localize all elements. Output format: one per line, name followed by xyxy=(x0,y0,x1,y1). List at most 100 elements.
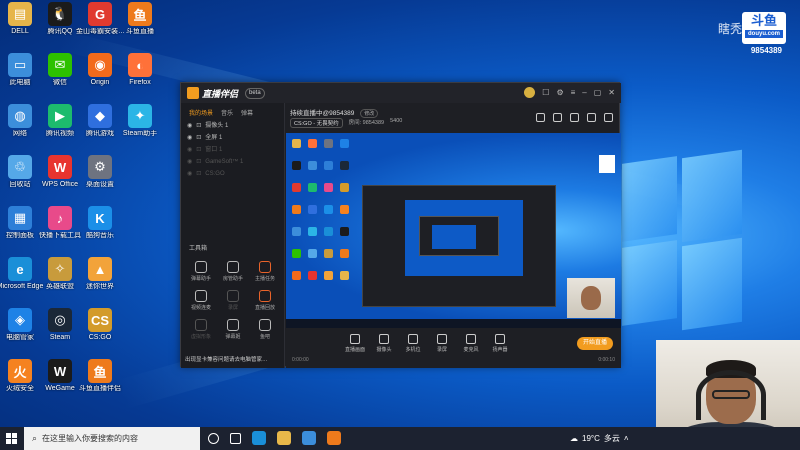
preview-icon xyxy=(340,227,349,236)
eye-icon[interactable]: ◉ xyxy=(187,132,192,144)
tool-item[interactable]: 视频连麦 xyxy=(185,290,217,311)
bottom-tool[interactable]: 直播画面 xyxy=(342,334,368,353)
temperature[interactable]: 19°C xyxy=(582,434,600,443)
edge-icon[interactable] xyxy=(252,431,266,445)
menu-icon[interactable]: ≡ xyxy=(571,87,576,99)
tool-item[interactable]: 弹幕助手 xyxy=(185,261,217,282)
bell-icon[interactable] xyxy=(587,113,596,122)
tool-item[interactable]: 录屏 xyxy=(217,290,249,311)
settings-icon[interactable]: ⚙ xyxy=(556,87,563,99)
search-placeholder: 在这里输入你要搜索的内容 xyxy=(42,434,139,443)
preview-douyu-logo xyxy=(599,155,615,173)
desktop-icon-label: 斗鱼直播 xyxy=(126,28,154,35)
chevron-up-icon[interactable]: ˄ xyxy=(624,434,629,443)
eye-icon[interactable]: ◉ xyxy=(187,156,192,168)
app-icon: G xyxy=(88,2,112,26)
desktop-icon[interactable]: K 酷狗音乐 xyxy=(76,206,124,252)
bottom-tool[interactable]: 摄像头 xyxy=(371,334,397,353)
notice-banner[interactable]: 出现显卡兼容问题请去电脑管家… xyxy=(185,355,281,363)
bottom-tool[interactable]: 麦克风 xyxy=(458,334,484,353)
tool-icon xyxy=(227,261,239,273)
eye-icon[interactable]: ◉ xyxy=(187,144,192,156)
folder-icon[interactable] xyxy=(277,431,291,445)
tool-icon xyxy=(227,319,239,331)
user-avatar[interactable] xyxy=(524,87,536,98)
live-preview[interactable] xyxy=(286,133,621,328)
widgets-icon[interactable] xyxy=(230,433,241,444)
preview-icon xyxy=(324,271,333,280)
tool-item[interactable]: 房管助手 xyxy=(217,261,249,282)
streaming-app-window[interactable]: 直播伴侣 beta ☐ ⚙ ≡ – ▢ ✕ 我的场景 音乐 弹幕 ◉ ⊡ 摄像头 1… xyxy=(180,82,621,368)
app-icon: ◈ xyxy=(8,308,32,332)
task-view-icon[interactable] xyxy=(208,433,219,444)
app-icon: ♲ xyxy=(8,155,32,179)
app-titlebar[interactable]: 直播伴侣 beta ☐ ⚙ ≡ – ▢ ✕ xyxy=(181,83,621,103)
weather-icon[interactable]: ☁ xyxy=(570,434,578,443)
taskbar-pinned xyxy=(208,431,341,445)
start-live-button[interactable]: 开始直播 xyxy=(577,337,613,350)
edit-room-button[interactable]: 修改 xyxy=(360,109,379,118)
bottom-tool[interactable]: 录屏 xyxy=(429,334,455,353)
maximize-icon[interactable]: ▢ xyxy=(594,87,602,99)
bottom-tool[interactable]: 多机位 xyxy=(400,334,426,353)
desktop-icon[interactable]: 鱼斗鱼直播 xyxy=(116,2,164,48)
source-item[interactable]: ◉ ⊡ 摄像头 1 xyxy=(181,120,284,132)
share-icon[interactable] xyxy=(604,113,613,122)
desktop-icon[interactable]: ▲ 迷你世界 xyxy=(76,257,124,303)
start-button[interactable] xyxy=(0,427,22,450)
tool-item[interactable]: 直播回放 xyxy=(249,290,281,311)
toolbox-grid: 弹幕助手 房管助手 主播任务视频连麦 录屏 直播回放虚拟形象 弹幕姬 鱼吧 xyxy=(185,261,281,340)
tool-item[interactable]: 鱼吧 xyxy=(249,319,281,340)
app-icon: e xyxy=(8,257,32,281)
desktop-icon[interactable]: 鱼斗鱼直播伴侣 xyxy=(76,359,124,405)
app-icon: ◆ xyxy=(88,104,112,128)
tab-scenes[interactable]: 我的场景 xyxy=(189,108,213,117)
tool-label: 弹幕助手 xyxy=(190,276,211,282)
douyu-logo-sub: douyu.com xyxy=(745,30,783,38)
gift-icon[interactable] xyxy=(536,113,545,122)
preview-icon xyxy=(324,161,333,170)
source-item[interactable]: ◉ ⊡ CS:GO xyxy=(181,168,284,180)
tool-icon xyxy=(227,290,239,302)
desktop-icon[interactable]: CS CS:GO xyxy=(76,308,124,354)
close-icon[interactable]: ✕ xyxy=(608,87,615,99)
preview-icon xyxy=(340,205,349,214)
tab-music[interactable]: 音乐 xyxy=(221,108,233,117)
lock-icon[interactable]: ⊡ xyxy=(196,168,201,180)
lock-icon[interactable]: ⊡ xyxy=(196,120,201,132)
douyu-icon[interactable] xyxy=(327,431,341,445)
bottom-tool-label: 扬声器 xyxy=(492,347,508,353)
tool-item[interactable]: 主播任务 xyxy=(249,261,281,282)
preview-icon xyxy=(308,227,317,236)
screen-icon[interactable] xyxy=(570,113,579,122)
eye-icon[interactable]: ◉ xyxy=(187,168,192,180)
weather-text[interactable]: 多云 xyxy=(604,433,620,444)
room-title-row: 持续直播中@9854389 修改 xyxy=(290,107,379,118)
message-icon[interactable]: ☐ xyxy=(542,87,549,99)
preview-icon xyxy=(308,161,317,170)
lock-icon[interactable]: ⊡ xyxy=(196,156,201,168)
lock-icon[interactable]: ⊡ xyxy=(196,144,201,156)
desktop: ▤ DELL 🐧 腾讯QQ G 金山毒霸安装… 鱼斗鱼直播 ▭ 此电脑 ✉ 微信 ◉ Origin ◐ Fi… xyxy=(0,0,800,427)
mail-icon[interactable] xyxy=(302,431,316,445)
app-icon: ▤ xyxy=(8,2,32,26)
source-item[interactable]: ◉ ⊡ GameSoft™ 1 xyxy=(181,156,284,168)
category-select[interactable]: CS:GO - 无畏契约 xyxy=(290,118,343,128)
desktop-icon[interactable]: ⚙ 桌面设置 xyxy=(76,155,124,201)
tab-danmaku[interactable]: 弹幕 xyxy=(241,108,253,117)
tool-item[interactable]: 弹幕姬 xyxy=(217,319,249,340)
desktop-icon[interactable]: ✦ Steam助手 xyxy=(116,104,164,150)
app-icon: 火 xyxy=(8,359,32,383)
source-item[interactable]: ◉ ⊡ 全屏 1 xyxy=(181,132,284,144)
eye-icon[interactable]: ◉ xyxy=(187,120,192,132)
lock-icon[interactable] xyxy=(553,113,562,122)
tool-item[interactable]: 虚拟形象 xyxy=(185,319,217,340)
bottom-tool-icon xyxy=(437,334,447,344)
lock-icon[interactable]: ⊡ xyxy=(196,132,201,144)
minimize-icon[interactable]: – xyxy=(582,87,586,99)
source-item[interactable]: ◉ ⊡ 窗口 1 xyxy=(181,144,284,156)
taskbar-search[interactable]: ⌕ 在这里输入你要搜索的内容 xyxy=(24,427,200,450)
bottom-tool[interactable]: 扬声器 xyxy=(487,334,513,353)
app-icon: ♪ xyxy=(48,206,72,230)
desktop-icon[interactable]: ◐ Firefox xyxy=(116,53,164,99)
